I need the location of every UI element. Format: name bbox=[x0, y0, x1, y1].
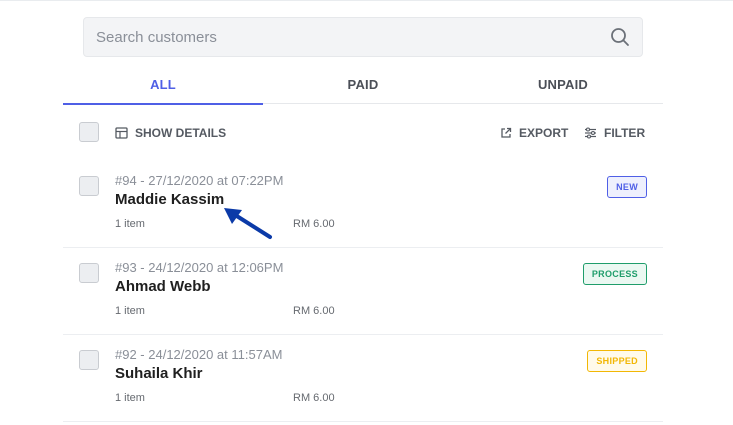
customer-name[interactable]: Maddie Kassim bbox=[115, 191, 224, 208]
customer-name[interactable]: Ahmad Webb bbox=[115, 278, 211, 295]
status-badge: NEW bbox=[607, 176, 647, 198]
export-button[interactable]: EXPORT bbox=[500, 124, 568, 142]
item-count: 1 item bbox=[115, 392, 145, 404]
order-price: RM 6.00 bbox=[293, 392, 335, 404]
details-icon bbox=[115, 127, 128, 139]
item-count: 1 item bbox=[115, 305, 145, 317]
order-tabs: ALL PAID UNPAID bbox=[63, 70, 663, 105]
top-divider bbox=[0, 0, 733, 1]
order-checkbox[interactable] bbox=[79, 263, 99, 283]
customer-name[interactable]: Suhaila Khir bbox=[115, 365, 203, 382]
order-row[interactable]: #93 - 24/12/2020 at 12:06PM Ahmad Webb 1… bbox=[63, 248, 663, 335]
order-price: RM 6.00 bbox=[293, 305, 335, 317]
tab-unpaid[interactable]: UNPAID bbox=[463, 70, 663, 104]
order-row[interactable]: #94 - 27/12/2020 at 07:22PM Maddie Kassi… bbox=[63, 161, 663, 248]
tab-paid[interactable]: PAID bbox=[263, 70, 463, 104]
order-checkbox[interactable] bbox=[79, 176, 99, 196]
select-all-checkbox[interactable] bbox=[79, 122, 99, 142]
filter-icon bbox=[585, 127, 596, 139]
order-row[interactable]: #92 - 24/12/2020 at 11:57AM Suhaila Khir… bbox=[63, 335, 663, 422]
status-badge: PROCESS bbox=[582, 263, 647, 285]
search-bar bbox=[83, 17, 643, 57]
export-icon bbox=[501, 127, 512, 138]
filter-button[interactable]: FILTER bbox=[584, 124, 645, 142]
status-badge: SHIPPED bbox=[587, 350, 647, 372]
annotation-arrow-icon bbox=[224, 208, 272, 239]
tab-all[interactable]: ALL bbox=[63, 70, 263, 105]
order-meta: #92 - 24/12/2020 at 11:57AM bbox=[115, 347, 283, 362]
search-input[interactable] bbox=[84, 18, 604, 56]
list-toolbar: SHOW DETAILS EXPORT FILTER bbox=[63, 118, 663, 148]
filter-label: FILTER bbox=[604, 126, 646, 140]
order-meta: #93 - 24/12/2020 at 12:06PM bbox=[115, 260, 284, 275]
show-details-button[interactable]: SHOW DETAILS bbox=[115, 124, 226, 142]
show-details-label: SHOW DETAILS bbox=[135, 126, 227, 140]
item-count: 1 item bbox=[115, 218, 145, 230]
order-checkbox[interactable] bbox=[79, 350, 99, 370]
export-label: EXPORT bbox=[519, 126, 569, 140]
order-price: RM 6.00 bbox=[293, 218, 335, 230]
order-meta: #94 - 27/12/2020 at 07:22PM bbox=[115, 173, 284, 188]
search-icon[interactable] bbox=[610, 27, 630, 47]
